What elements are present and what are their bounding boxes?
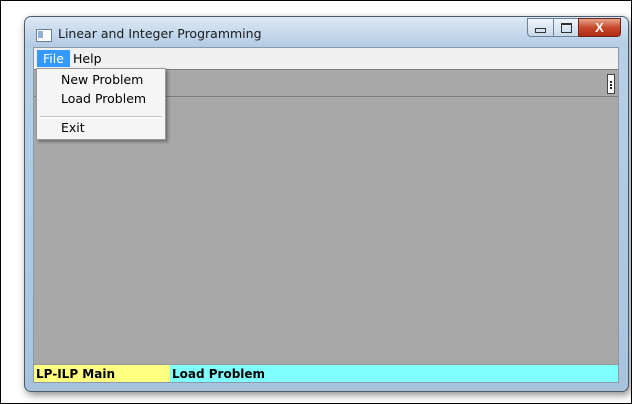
menu-separator xyxy=(40,116,162,118)
status-panel-action: Load Problem xyxy=(170,364,618,382)
menu-file[interactable]: File xyxy=(37,50,70,67)
minimize-button[interactable] xyxy=(527,18,553,37)
menu-bar: File Help xyxy=(34,48,618,68)
status-panel-main: LP-ILP Main xyxy=(34,364,170,382)
caption-buttons: X xyxy=(527,18,621,37)
title-bar[interactable]: Linear and Integer Programming X xyxy=(25,17,628,47)
minimize-icon xyxy=(535,28,546,33)
status-bar: LP-ILP Main Load Problem xyxy=(34,364,618,382)
menu-item-load-problem[interactable]: Load Problem xyxy=(37,90,165,108)
maximize-icon xyxy=(560,22,572,33)
menu-item-exit[interactable]: Exit xyxy=(37,119,165,137)
window-title: Linear and Integer Programming xyxy=(58,26,262,41)
close-button[interactable]: X xyxy=(578,18,621,37)
app-icon[interactable] xyxy=(36,29,52,42)
toolbar-grip-icon[interactable] xyxy=(607,74,615,94)
menu-help[interactable]: Help xyxy=(67,50,108,67)
menu-item-new-problem[interactable]: New Problem xyxy=(37,71,165,89)
file-dropdown-menu: New Problem Load Problem Exit xyxy=(36,68,166,140)
maximize-button[interactable] xyxy=(553,18,578,37)
close-icon: X xyxy=(595,20,604,35)
